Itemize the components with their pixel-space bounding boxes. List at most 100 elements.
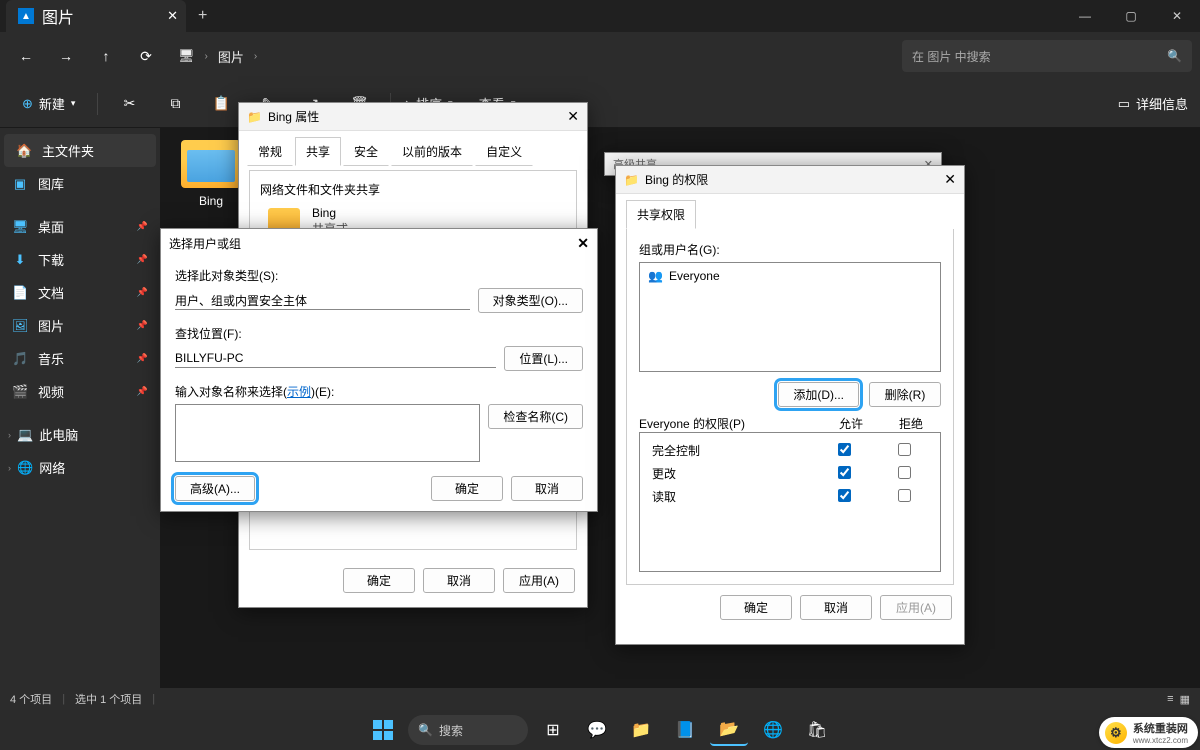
close-button[interactable]: ✕ (1154, 0, 1200, 32)
details-icon: ▭ (1118, 96, 1130, 112)
deny-checkbox[interactable] (898, 489, 911, 502)
explorer-tab[interactable]: ▲ 图片 ✕ (6, 0, 186, 32)
dialog-titlebar[interactable]: 📁 Bing 的权限 ✕ (616, 166, 964, 194)
minimize-button[interactable]: — (1062, 0, 1108, 32)
tab-share-permissions[interactable]: 共享权限 (626, 200, 696, 229)
sidebar-item-thispc[interactable]: ›💻此电脑 (0, 418, 160, 451)
ok-button[interactable]: 确定 (431, 476, 503, 501)
dialog-titlebar[interactable]: 📁 Bing 属性 ✕ (239, 103, 587, 131)
paste-button[interactable]: 📋 (202, 86, 240, 122)
taskbar-search[interactable]: 🔍 搜索 (408, 715, 528, 745)
new-button[interactable]: ⊕ 新建 ▾ (12, 88, 85, 119)
examples-link[interactable]: 示例 (287, 385, 311, 399)
video-icon: 🎬 (12, 384, 28, 400)
refresh-button[interactable]: ⟳ (128, 38, 164, 74)
sidebar-item-desktop[interactable]: 🖥桌面📌 (0, 210, 160, 243)
deny-checkbox[interactable] (898, 466, 911, 479)
folder-small-icon: 📁 (624, 173, 639, 187)
watermark-logo-icon: ⚙ (1105, 722, 1127, 744)
add-button[interactable]: 添加(D)... (778, 382, 859, 407)
taskbar-edge[interactable]: 🌐 (754, 714, 792, 746)
dialog-titlebar[interactable]: 选择用户或组 ✕ (161, 229, 597, 257)
back-button[interactable]: ← (8, 38, 44, 74)
cancel-button[interactable]: 取消 (511, 476, 583, 501)
sidebar: 🏠主文件夹 ▣图库 🖥桌面📌 ⬇下载📌 📄文档📌 🖼图片📌 🎵音乐📌 🎬视频📌 … (0, 128, 160, 703)
allow-checkbox[interactable] (838, 489, 851, 502)
dialog-title: Bing 的权限 (645, 171, 708, 188)
up-button[interactable]: ↑ (88, 38, 124, 74)
view-grid-icon[interactable]: ▦ (1180, 693, 1190, 706)
network-icon: 🌐 (17, 460, 33, 476)
cut-button[interactable]: ✂ (110, 86, 148, 122)
chevron-right-icon: › (205, 51, 208, 62)
close-icon[interactable]: ✕ (944, 171, 956, 188)
music-icon: 🎵 (12, 351, 28, 367)
new-tab-button[interactable]: + (198, 7, 207, 25)
tab-general[interactable]: 常规 (247, 137, 293, 166)
breadcrumb[interactable]: 🖥 › 图片 › (178, 47, 257, 66)
object-type-label: 选择此对象类型(S): (175, 267, 583, 284)
ok-button[interactable]: 确定 (343, 568, 415, 593)
home-icon: 🏠 (16, 143, 32, 159)
pin-icon: 📌 (137, 386, 148, 397)
search-input[interactable]: 在 图片 中搜索 🔍 (902, 40, 1192, 72)
taskbar-store[interactable]: 🛍 (798, 714, 836, 746)
close-icon[interactable]: ✕ (567, 108, 579, 125)
check-names-button[interactable]: 检查名称(C) (488, 404, 583, 429)
start-button[interactable] (364, 714, 402, 746)
remove-button[interactable]: 删除(R) (869, 382, 941, 407)
sidebar-item-downloads[interactable]: ⬇下载📌 (0, 243, 160, 276)
sidebar-item-pictures[interactable]: 🖼图片📌 (0, 309, 160, 342)
section-label: 网络文件和文件夹共享 (260, 181, 566, 198)
deny-checkbox[interactable] (898, 443, 911, 456)
tab-close-icon[interactable]: ✕ (167, 8, 178, 24)
permissions-table: Everyone 的权限(P) 允许 拒绝 完全控制 更改 (639, 415, 941, 572)
users-listbox[interactable]: 👥 Everyone (639, 262, 941, 372)
tab-customize[interactable]: 自定义 (475, 137, 533, 166)
allow-checkbox[interactable] (838, 443, 851, 456)
sidebar-item-gallery[interactable]: ▣图库 (0, 167, 160, 200)
sidebar-item-music[interactable]: 🎵音乐📌 (0, 342, 160, 375)
location-field (175, 349, 496, 368)
sidebar-item-videos[interactable]: 🎬视频📌 (0, 375, 160, 408)
search-icon: 🔍 (418, 723, 433, 737)
allow-checkbox[interactable] (838, 466, 851, 479)
tab-security[interactable]: 安全 (343, 137, 389, 166)
taskbar-app[interactable]: 📁 (622, 714, 660, 746)
gallery-icon: ▣ (12, 176, 28, 192)
search-placeholder: 在 图片 中搜索 (912, 48, 991, 65)
taskbar-app[interactable]: 💬 (578, 714, 616, 746)
sidebar-item-home[interactable]: 🏠主文件夹 (4, 134, 156, 167)
taskbar-app[interactable]: 📘 (666, 714, 704, 746)
tab-sharing[interactable]: 共享 (295, 137, 341, 166)
close-icon[interactable]: ✕ (577, 235, 589, 252)
list-item[interactable]: 👥 Everyone (644, 267, 936, 285)
taskbar-explorer[interactable]: 📂 (710, 714, 748, 746)
copy-button[interactable]: ⧉ (156, 86, 194, 122)
ok-button[interactable]: 确定 (720, 595, 792, 620)
details-pane-toggle[interactable]: ▭ 详细信息 (1118, 94, 1188, 113)
breadcrumb-item[interactable]: 图片 (218, 47, 244, 66)
object-names-input[interactable] (175, 404, 480, 462)
apply-button[interactable]: 应用(A) (503, 568, 575, 593)
forward-button[interactable]: → (48, 38, 84, 74)
advanced-button[interactable]: 高级(A)... (175, 476, 255, 501)
dialog-title: 选择用户或组 (169, 235, 241, 252)
pin-icon: 📌 (137, 221, 148, 232)
shared-folder-name: Bing (312, 206, 348, 220)
tab-title: 图片 (42, 4, 74, 28)
sidebar-item-network[interactable]: ›🌐网络 (0, 451, 160, 484)
sidebar-item-documents[interactable]: 📄文档📌 (0, 276, 160, 309)
item-count: 4 个项目 (10, 691, 52, 707)
pin-icon: 📌 (137, 287, 148, 298)
tab-previous-versions[interactable]: 以前的版本 (391, 137, 473, 166)
view-list-icon[interactable]: ≡ (1167, 693, 1173, 706)
task-view-button[interactable]: ⊞ (534, 714, 572, 746)
pin-icon: 📌 (137, 353, 148, 364)
maximize-button[interactable]: ▢ (1108, 0, 1154, 32)
object-types-button[interactable]: 对象类型(O)... (478, 288, 583, 313)
apply-button[interactable]: 应用(A) (880, 595, 952, 620)
cancel-button[interactable]: 取消 (800, 595, 872, 620)
cancel-button[interactable]: 取消 (423, 568, 495, 593)
locations-button[interactable]: 位置(L)... (504, 346, 583, 371)
